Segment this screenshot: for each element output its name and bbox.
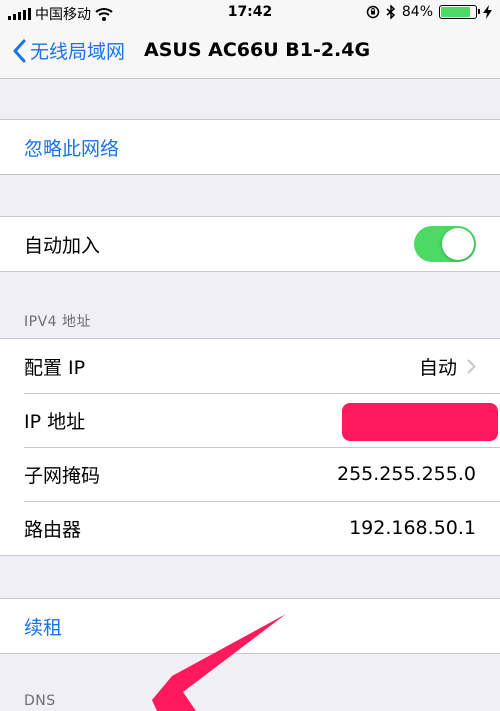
lock-rotation-icon (366, 5, 380, 19)
back-button[interactable]: 无线局域网 (12, 37, 125, 64)
forget-network-button[interactable]: 忽略此网络 (24, 134, 119, 161)
configure-ip-row[interactable]: 配置 IP 自动 (0, 339, 500, 393)
back-label[interactable]: 无线局域网 (30, 37, 125, 64)
subnet-mask-label: 子网掩码 (24, 464, 101, 487)
forget-network-row[interactable]: 忽略此网络 (0, 120, 500, 174)
renew-lease-row[interactable]: 续租 (0, 599, 500, 653)
page-title: ASUS AC66U B1-2.4G (144, 39, 371, 61)
chevron-right-icon (467, 359, 476, 373)
toggle-knob (442, 228, 474, 260)
redaction-mark (342, 403, 498, 441)
router-label: 路由器 (24, 518, 82, 541)
configure-ip-value-wrap: 自动 (419, 353, 476, 380)
status-bar: 中国移动 17:42 84% (0, 0, 500, 26)
charging-icon (483, 5, 492, 19)
router-value: 192.168.50.1 (349, 517, 476, 539)
auto-join-group: 自动加入 (0, 216, 500, 272)
forget-network-group: 忽略此网络 (0, 119, 500, 175)
auto-join-row: 自动加入 (0, 217, 500, 271)
renew-lease-group: 续租 (0, 598, 500, 654)
auto-join-toggle[interactable] (414, 226, 476, 262)
configure-ip-label: 配置 IP (24, 356, 86, 379)
ipv4-group: 配置 IP 自动 IP 地址 子网掩码 255.255.255.0 路由器 19… (0, 338, 500, 556)
renew-lease-button[interactable]: 续租 (24, 613, 62, 640)
battery-fill (441, 7, 470, 17)
bluetooth-icon (386, 5, 395, 19)
navigation-bar: 无线局域网 ASUS AC66U B1-2.4G (0, 26, 500, 79)
dns-section-title: DNS (24, 693, 56, 709)
configure-ip-value: 自动 (418, 356, 457, 379)
ipv4-section-title: IPV4 地址 (24, 314, 92, 330)
status-right: 84% (366, 4, 492, 20)
subnet-mask-row: 子网掩码 255.255.255.0 (0, 447, 500, 501)
ip-address-label: IP 地址 (24, 410, 86, 433)
chevron-left-icon (13, 39, 26, 62)
auto-join-label: 自动加入 (24, 234, 101, 257)
battery-percent: 84% (401, 4, 433, 20)
subnet-mask-value: 255.255.255.0 (336, 463, 476, 485)
router-row: 路由器 192.168.50.1 (0, 501, 500, 555)
battery-icon (439, 5, 480, 19)
ip-address-row: IP 地址 (0, 393, 500, 447)
